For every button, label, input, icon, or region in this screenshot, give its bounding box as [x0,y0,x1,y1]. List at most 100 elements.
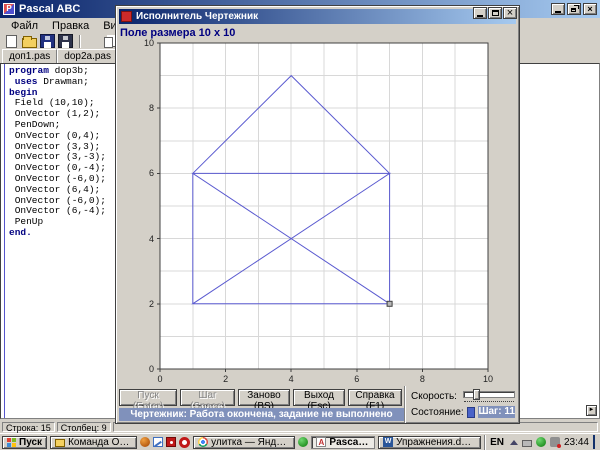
save-all-icon[interactable] [58,34,73,48]
keyword: uses [15,76,38,87]
opera-icon [179,437,190,448]
executor-close-icon[interactable]: × [503,7,517,19]
taskbar-button-pascal[interactable]: APascal ABC [311,436,375,449]
start-label: Пуск [19,437,42,448]
minimize-icon[interactable] [551,3,565,15]
green-ball-icon [298,437,308,447]
step-counter: Шаг: 11 [478,406,515,418]
slider-thumb[interactable] [473,389,480,400]
code-segment: dop3b; [49,65,89,76]
restore-icon[interactable] [567,3,581,15]
task-items: Команда OnVector улитка — Яндекс: на... AP… [50,436,481,449]
slider-track [463,391,515,398]
orange-ball-icon [140,437,150,447]
chrome-icon [198,437,208,447]
code-segment: OnVector (0,4); [9,130,100,141]
quick-launch-notepad[interactable] [153,436,163,449]
scroll-right-icon[interactable]: ► [586,405,597,416]
start-button[interactable]: Пуск [2,436,47,449]
slider-ticks [464,401,514,403]
quick-launch-orange-ball[interactable] [140,436,150,449]
executor-title: Исполнитель Чертежник [136,11,258,22]
quick-launch-pdf[interactable] [166,436,176,449]
x-axis-tick-label: 4 [285,374,297,384]
executor-button-пуск: Пуск (Enter) [119,389,177,406]
executor-button-справка[interactable]: Справка (F1) [348,389,402,406]
status-col-number: Столбец: 9 [57,422,111,432]
taskbar-button-label: Команда OnVector [68,437,132,448]
pascal-icon: A [316,437,326,447]
pascal-abc-app-icon: P [3,3,15,15]
code-segment: OnVector (0,-4); [9,162,106,173]
taskbar-button-folder[interactable]: Команда OnVector [50,436,137,449]
menu-item-0[interactable]: Файл [4,19,45,33]
code-segment: Drawman; [38,76,89,87]
x-axis-tick-label: 6 [351,374,363,384]
folder-icon [55,439,65,447]
pen-marker [387,301,392,306]
code-segment: OnVector (1,2); [9,108,100,119]
menu-item-1[interactable]: Правка [45,19,96,33]
code-segment: PenDown; [9,119,60,130]
executor-button-выход[interactable]: Выход (Esc) [293,389,345,406]
y-axis-tick-label: 4 [136,234,154,244]
printer-icon[interactable] [522,440,532,447]
executor-titlebar[interactable]: Исполнитель Чертежник [119,9,516,24]
keyword: end. [9,227,32,238]
executor-minimize-icon[interactable] [473,7,487,19]
code-segment: OnVector (6,4); [9,184,100,195]
new-file-icon[interactable] [6,35,17,48]
windows-flag-icon [7,438,16,447]
tray-icons [510,437,560,447]
main-caption-buttons: × [551,3,597,15]
y-axis-tick-label: 0 [136,364,154,374]
x-axis-tick-label: 2 [220,374,232,384]
status-line-number: Строка: 15 [2,422,55,432]
quick-launch-opera[interactable] [179,436,190,449]
code-segment: OnVector (-6,0); [9,173,106,184]
tray-right [593,436,595,448]
taskbar-button-label: Упражнения.docx - M... [396,437,476,448]
code-segment: OnVector (3,-3); [9,151,106,162]
y-axis-tick-label: 2 [136,299,154,309]
quick-launch-green-ball[interactable] [298,436,308,449]
speed-label: Скорость: [411,391,457,402]
executor-buttons-row: Пуск (Enter)Шаг (Space)Заново (BS)Выход … [119,389,402,406]
x-axis-tick-label: 10 [482,374,494,384]
open-folder-icon[interactable] [22,38,37,48]
drawing-canvas [157,40,491,372]
save-icon[interactable] [40,34,55,48]
copy-icon[interactable] [104,37,113,48]
display-icon[interactable] [593,435,595,449]
code-segment: OnVector (-6,0); [9,195,106,206]
code-segment: PenUp [9,216,43,227]
taskbar-button-word[interactable]: WУпражнения.docx - M... [378,436,481,449]
tab-dop2a.pas[interactable]: dop2a.pas [57,49,118,63]
executor-window: Исполнитель Чертежник × Поле размера 10 … [115,5,520,424]
keyword: begin [9,87,38,98]
x-axis-tick-label: 0 [154,374,166,384]
pdf-icon [166,437,176,447]
arrow-up-icon[interactable] [510,436,518,445]
y-axis-tick-label: 10 [136,38,154,48]
executor-button-заново[interactable]: Заново (BS) [238,389,290,406]
y-axis-tick-label: 8 [136,103,154,113]
executor-status-message: Чертежник: Работа окончена, задание не в… [119,408,404,421]
keyword: program [9,65,49,76]
close-icon[interactable]: × [583,3,597,15]
x-axis-tick-label: 8 [416,374,428,384]
word-icon: W [383,437,393,447]
cut-icon[interactable] [86,34,101,48]
speed-slider[interactable] [463,389,515,403]
taskbar-button-label: улитка — Яндекс: на... [211,437,290,448]
language-indicator[interactable]: EN [490,437,504,448]
volume-icon[interactable] [550,437,560,447]
executor-app-icon [121,11,132,22]
main-window-title: Pascal ABC [19,3,80,15]
code-line: end. [9,228,106,239]
taskbar-button-chrome[interactable]: улитка — Яндекс: на... [193,436,295,449]
tab-доп1.pas[interactable]: доп1.pas [2,49,57,63]
green-ball-icon[interactable] [536,437,546,447]
editor-margin-line [4,64,5,418]
executor-maximize-icon[interactable] [488,7,502,19]
